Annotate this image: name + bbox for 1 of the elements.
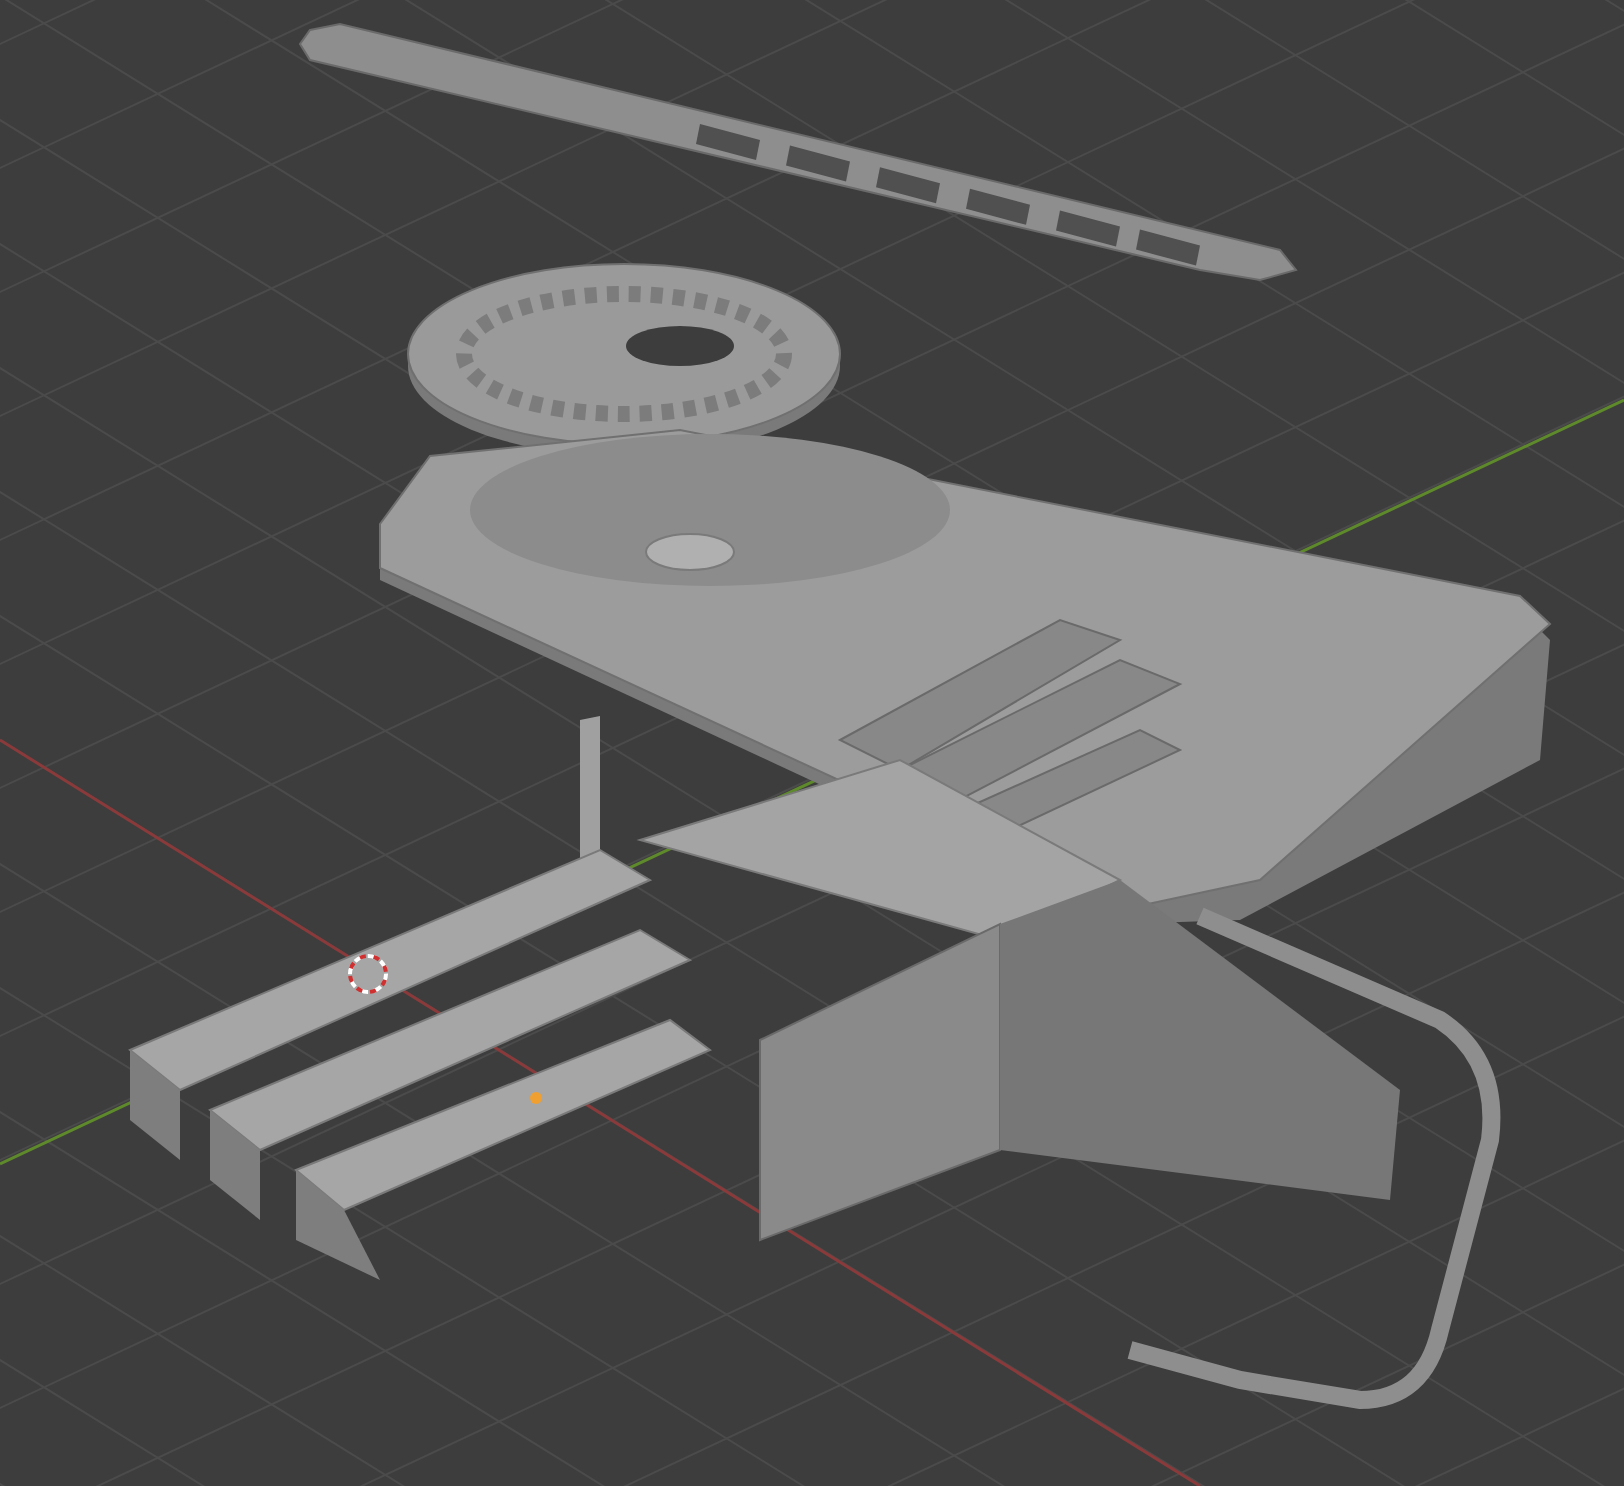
3d-cursor-icon [348, 954, 388, 994]
